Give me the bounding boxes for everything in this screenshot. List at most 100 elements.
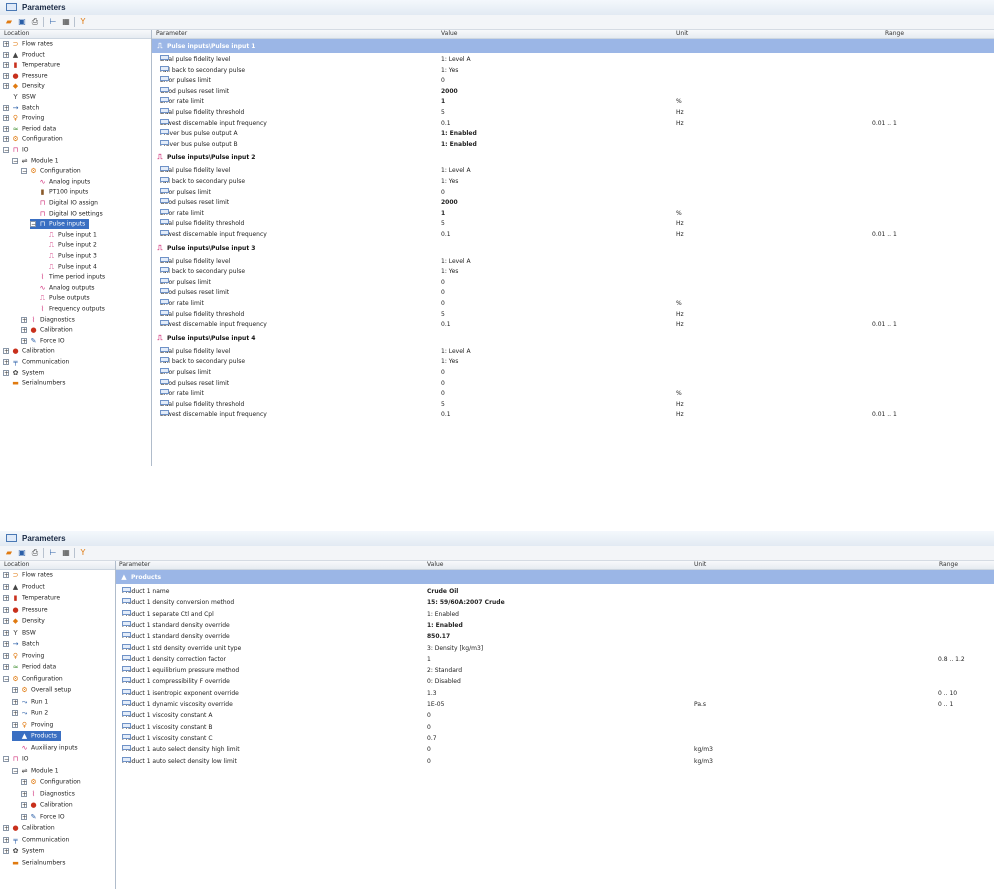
parameter-value[interactable]: 1: Yes	[441, 177, 458, 187]
parameter-row[interactable]: Product 1 isentropic exponent override 1.…	[116, 688, 994, 699]
column-range[interactable]: Range	[939, 561, 958, 569]
expand-icon[interactable]: +	[21, 316, 27, 323]
tree-item[interactable]: − ⊓ Pulse inputs	[30, 219, 90, 230]
collapse-icon[interactable]: −	[12, 157, 18, 164]
expand-icon[interactable]: +	[3, 595, 9, 602]
parameter-value[interactable]: 1	[427, 655, 431, 665]
expand-icon[interactable]: +	[21, 813, 27, 820]
tree-item[interactable]: − ⊓ IO	[3, 145, 29, 155]
tree-item[interactable]: ⎍ Pulse input 2	[39, 240, 97, 250]
tree-item[interactable]: + ● Calibration	[3, 346, 55, 356]
parameter-row[interactable]: Product 1 dynamic viscosity override 1E-0…	[116, 700, 994, 710]
parameter-value[interactable]: 0.1	[441, 410, 451, 420]
expand-icon[interactable]: +	[3, 652, 9, 659]
parameter-row[interactable]: Good pulses reset limit 2000	[152, 86, 994, 97]
parameter-row[interactable]: Prover bus pulse output B 1: Enabled	[152, 139, 994, 150]
parameter-row[interactable]: Product 1 std density override unit type…	[116, 643, 994, 654]
parameter-row[interactable]: Dual pulse fidelity level 1: Level A	[152, 55, 994, 65]
tree-item[interactable]: − ⇌ Module 1	[12, 766, 59, 776]
open-icon[interactable]: ▰	[4, 17, 14, 27]
parameter-row[interactable]: Product 1 viscosity constant A 0	[116, 711, 994, 721]
parameter-row[interactable]: Lowest discernable input frequency 0.1 Hz 0…	[152, 230, 994, 240]
tree-item[interactable]: + ⚙ Overall setup	[12, 685, 71, 695]
expand-icon[interactable]: +	[3, 618, 9, 625]
parameter-row[interactable]: Product 1 density correction factor 1 0.8 …	[116, 654, 994, 665]
parameter-row[interactable]: Error pulses limit 0	[152, 368, 994, 378]
group-header[interactable]: ⎍ Pulse inputs\Pulse input 3	[152, 241, 994, 255]
parameter-row[interactable]: Fall back to secondary pulse 1: Yes	[152, 65, 994, 76]
parameter-value[interactable]: 2000	[441, 87, 458, 97]
expand-icon[interactable]: +	[12, 721, 18, 728]
collapse-icon[interactable]: −	[3, 147, 9, 154]
column-parameter[interactable]: Parameter	[119, 561, 150, 569]
tree-item[interactable]: + ◆ Density	[3, 81, 45, 91]
column-range[interactable]: Range	[885, 30, 904, 38]
expand-icon[interactable]: +	[3, 369, 9, 376]
tree-item[interactable]: + ⊃ Flow rates	[3, 570, 53, 580]
collapse-icon[interactable]: −	[21, 168, 27, 175]
group-header[interactable]: ⎍ Pulse inputs\Pulse input 4	[152, 331, 994, 345]
parameter-row[interactable]: Dual pulse fidelity threshold 5 Hz	[152, 309, 994, 320]
parameter-row[interactable]: Dual pulse fidelity level 1: Level A	[152, 166, 994, 176]
parameter-value[interactable]: 1.3	[427, 689, 437, 699]
expand-icon[interactable]: +	[3, 583, 9, 590]
parameter-value[interactable]: 0	[441, 288, 445, 298]
parameter-row[interactable]: Product 1 standard density override 850.1…	[116, 632, 994, 642]
parameter-value[interactable]: 1: Level A	[441, 347, 471, 357]
expand-icon[interactable]: +	[3, 125, 9, 132]
parameter-value[interactable]: 1: Yes	[441, 357, 458, 367]
tree-item[interactable]: + ▲ Product	[3, 50, 45, 60]
parameter-row[interactable]: Fall back to secondary pulse 1: Yes	[152, 267, 994, 277]
expand-icon[interactable]: +	[3, 62, 9, 69]
group-header[interactable]: ⎍ Pulse inputs\Pulse input 2	[152, 150, 994, 164]
parameter-row[interactable]: Prover bus pulse output A 1: Enabled	[152, 129, 994, 139]
tree-item[interactable]: + ⌇ Diagnostics	[21, 315, 75, 325]
tree-item[interactable]: ▮ PT100 inputs	[30, 187, 89, 197]
parameter-value[interactable]: 1: Level A	[441, 166, 471, 176]
expand-icon[interactable]: +	[3, 572, 9, 579]
parameter-row[interactable]: Good pulses reset limit 0	[152, 288, 994, 298]
parameter-value[interactable]: 5	[441, 219, 445, 229]
save-icon[interactable]: ▣	[17, 17, 27, 27]
expand-icon[interactable]: +	[3, 664, 9, 671]
tree-item[interactable]: + ✎ Force IO	[21, 336, 65, 346]
parameter-value[interactable]: 0	[441, 188, 445, 198]
print-icon[interactable]: ⎙	[30, 548, 40, 558]
tree-item[interactable]: ⎍ Pulse input 1	[39, 230, 97, 240]
expand-icon[interactable]: +	[3, 41, 9, 48]
parameter-row[interactable]: Product 1 auto select density high limit…	[116, 745, 994, 755]
tree-item[interactable]: + Y BSW	[3, 628, 36, 638]
parameter-row[interactable]: Dual pulse fidelity level 1: Level A	[152, 346, 994, 357]
tree-item[interactable]: + ⤳ Run 1	[12, 697, 48, 707]
tree-item[interactable]: + ● Pressure	[3, 605, 48, 615]
parameter-row[interactable]: Error rate limit 0%	[152, 389, 994, 399]
tree-item[interactable]: + ● Calibration	[21, 800, 73, 810]
parameter-value[interactable]: 1: Level A	[441, 55, 471, 65]
parameter-row[interactable]: Good pulses reset limit 2000	[152, 198, 994, 208]
tree-item[interactable]: + ⌇ Diagnostics	[21, 789, 75, 799]
parameter-value[interactable]: 0	[427, 723, 431, 733]
expand-icon[interactable]: +	[3, 836, 9, 843]
column-unit[interactable]: Unit	[676, 30, 688, 38]
parameter-value[interactable]: 5	[441, 400, 445, 410]
parameter-value[interactable]: 2: Standard	[427, 666, 462, 676]
column-parameter[interactable]: Parameter	[156, 30, 187, 38]
tree-item[interactable]: ⊓ Digital IO assign	[30, 198, 98, 208]
parameter-row[interactable]: Product 1 viscosity constant C 0.7	[116, 733, 994, 744]
tree-item[interactable]: ⎍ Pulse input 4	[39, 262, 97, 272]
parameter-value[interactable]: 0	[441, 368, 445, 378]
parameter-value[interactable]: 0.1	[441, 230, 451, 240]
parameter-value[interactable]: 1: Enabled	[441, 129, 477, 139]
save-icon[interactable]: ▣	[17, 548, 27, 558]
group-header[interactable]: ▲ Products	[116, 570, 994, 584]
parameter-value[interactable]: 1: Yes	[441, 66, 458, 76]
tree-item[interactable]: − ⇌ Module 1	[12, 156, 59, 166]
tree-item[interactable]: + ≈ Period data	[3, 662, 56, 672]
parameter-row[interactable]: Fall back to secondary pulse 1: Yes	[152, 177, 994, 187]
expand-icon[interactable]: +	[3, 136, 9, 143]
tree-item[interactable]: + → Batch	[3, 639, 39, 649]
parameter-row[interactable]: Lowest discernable input frequency 0.1 Hz 0…	[152, 320, 994, 330]
tree-item[interactable]: ∿ Auxiliary inputs	[12, 743, 78, 753]
parameter-row[interactable]: Error pulses limit 0	[152, 76, 994, 86]
tree-item[interactable]: − ⚙ Configuration	[21, 166, 81, 176]
